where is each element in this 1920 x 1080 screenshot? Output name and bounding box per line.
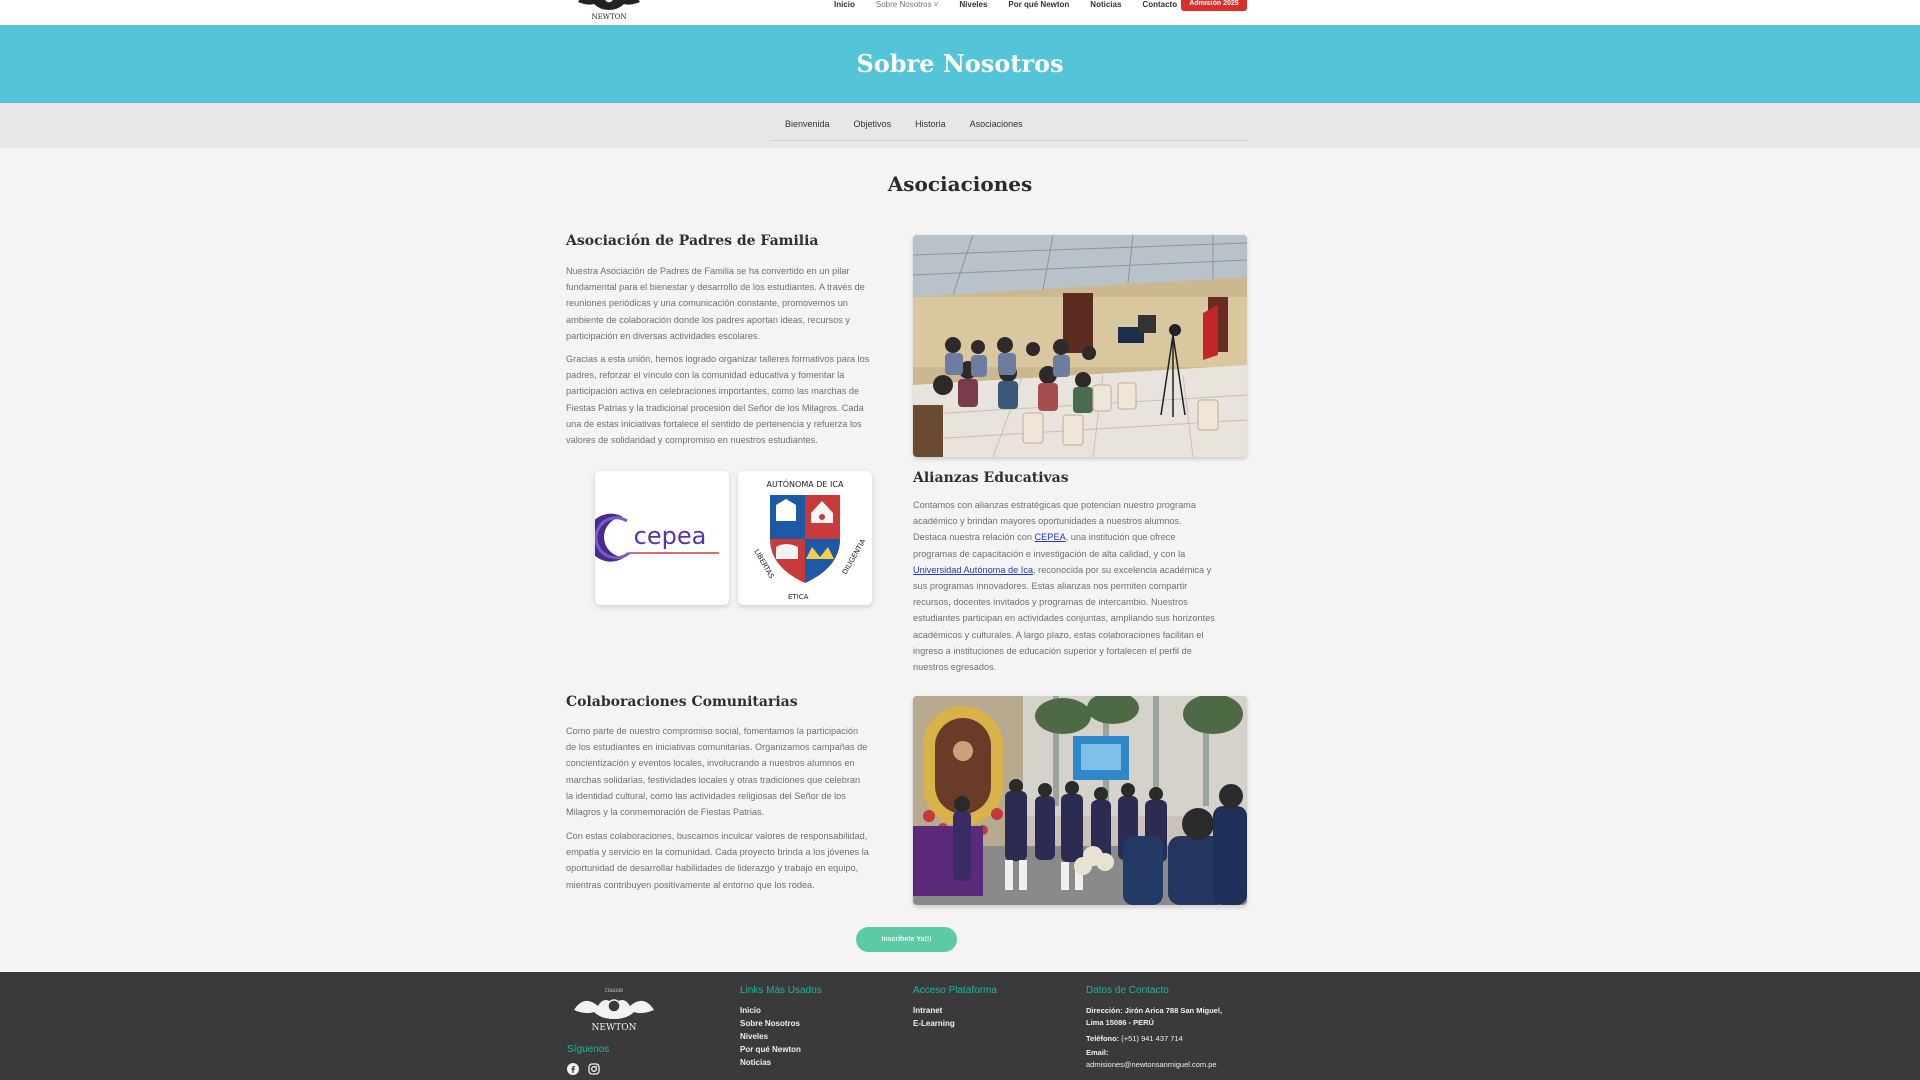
tabs-divider: [770, 140, 1248, 141]
alianzas-heading: Alianzas Educativas: [913, 470, 1069, 486]
footer-link-inicio[interactable]: Inicio: [740, 1006, 761, 1015]
comunidad-heading: Colaboraciones Comunitarias: [566, 694, 798, 710]
uaica-link[interactable]: Universidad Autónoma de Ica: [913, 565, 1033, 575]
contact-phone: Teléfono: (+51) 941 437 714: [1086, 1034, 1183, 1043]
procession-photo: [913, 696, 1247, 905]
svg-text:NEWTON: NEWTON: [592, 1023, 637, 1033]
contact-title: Datos de Contacto: [1086, 985, 1169, 996]
hero-banner: Sobre Nosotros: [0, 25, 1920, 103]
enroll-button[interactable]: Inscríbete Ya!!!: [856, 927, 957, 952]
cepea-link[interactable]: CEPEA: [1035, 532, 1066, 542]
footer-link-intranet[interactable]: Intranet: [913, 1006, 942, 1015]
section-title: Asociaciones: [887, 172, 1033, 196]
padres-paragraph-2: Gracias a esta unión, hemos logrado orga…: [566, 354, 870, 446]
svg-text:LIBERTAS: LIBERTAS: [752, 548, 775, 581]
nav-noticias[interactable]: Noticias: [1090, 0, 1121, 9]
padres-heading: Asociación de Padres de Familia: [566, 233, 819, 249]
tab-asociaciones[interactable]: Asociaciones: [970, 119, 1023, 129]
nav-por-que-newton[interactable]: Por qué Newton: [1008, 0, 1069, 9]
svg-text:NEWTON: NEWTON: [592, 13, 627, 21]
footer: COLEGIO NEWTON Síguenos Links Más Usados…: [0, 972, 1920, 1080]
tab-historia[interactable]: Historia: [915, 119, 946, 129]
nav-inicio[interactable]: Inicio: [834, 0, 855, 9]
footer-link-por-que-newton[interactable]: Por qué Newton: [740, 1045, 801, 1054]
footer-link-noticias[interactable]: Noticias: [740, 1058, 771, 1067]
padres-paragraph-1: Nuestra Asociación de Padres de Familia …: [566, 266, 865, 341]
svg-text:COLEGIO: COLEGIO: [605, 988, 623, 993]
nav-sobre-nosotros[interactable]: Sobre Nosotros ˅: [876, 0, 938, 9]
parents-meeting-photo: [913, 235, 1247, 457]
instagram-icon[interactable]: [588, 1063, 600, 1075]
cepea-logo-card[interactable]: cepea: [586, 471, 729, 605]
follow-label: Síguenos: [567, 1044, 610, 1055]
links-title: Links Más Usados: [740, 985, 822, 996]
svg-text:DILIGENTIA: DILIGENTIA: [841, 537, 868, 576]
alianzas-paragraph: Contamos con alianzas estratégicas que p…: [913, 500, 1215, 673]
platform-title: Acceso Plataforma: [913, 985, 997, 996]
comunidad-paragraph-1: Como parte de nuestro compromiso social,…: [566, 726, 868, 818]
footer-link-sobre-nosotros[interactable]: Sobre Nosotros: [740, 1019, 800, 1028]
footer-link-niveles[interactable]: Niveles: [740, 1032, 768, 1041]
admission-button[interactable]: Admisión 2025: [1181, 0, 1247, 11]
nav-niveles[interactable]: Niveles: [959, 0, 987, 9]
tab-objetivos[interactable]: Objetivos: [854, 119, 892, 129]
page-title: Sobre Nosotros: [856, 49, 1064, 78]
tab-bienvenida[interactable]: Bienvenida: [785, 119, 830, 129]
section-tabs: Bienvenida Objetivos Historia Asociacion…: [0, 103, 1920, 148]
contact-email: Email: admisiones@newtonsanmiguel.com.pe: [1086, 1048, 1217, 1069]
footer-link-elearning[interactable]: E-Learning: [913, 1019, 955, 1028]
nav-contacto[interactable]: Contacto: [1142, 0, 1177, 9]
facebook-icon[interactable]: [567, 1063, 579, 1075]
email-link[interactable]: admisiones@newtonsanmiguel.com.pe: [1086, 1060, 1217, 1069]
svg-text:cepea: cepea: [634, 522, 707, 550]
uaica-logo-card[interactable]: AUTÓNOMA DE ICA LIBERTAS ETICA DILIGENTI…: [738, 471, 872, 605]
svg-text:ETICA: ETICA: [788, 593, 809, 601]
newton-logo[interactable]: NEWTON: [570, 0, 648, 22]
comunidad-paragraph-2: Con estas colaboraciones, buscamos incul…: [566, 831, 869, 890]
svg-text:AUTÓNOMA DE ICA: AUTÓNOMA DE ICA: [767, 478, 844, 489]
top-navbar: NEWTON Inicio Sobre Nosotros ˅ Niveles P…: [0, 0, 1920, 25]
footer-newton-logo[interactable]: COLEGIO NEWTON: [568, 986, 660, 1034]
contact-address: Dirección: Jirón Arica 788 San Miguel, L…: [1086, 1006, 1223, 1027]
